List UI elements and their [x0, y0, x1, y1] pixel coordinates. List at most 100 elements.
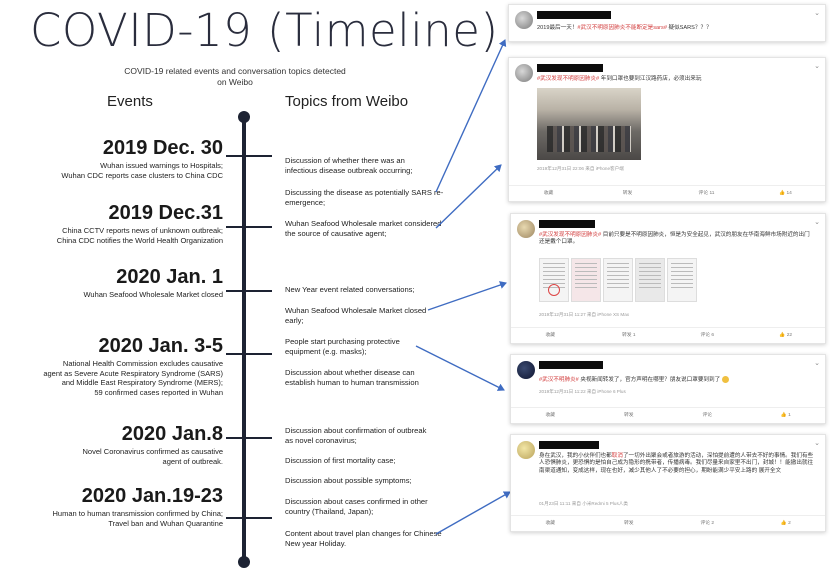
chevron-down-icon[interactable]: ⌄ — [814, 62, 820, 70]
weibo-post: ⌄ 身在武汉，我的小伙伴们也都取消了一切外出聚会或者旅游的活动，深怕提前遭的人带… — [510, 434, 826, 532]
topic-item: Discussion of first mortality case; — [285, 456, 396, 465]
post-images[interactable] — [539, 258, 697, 302]
topic-item: Wuhan Seafood Wholesale market considere… — [285, 219, 442, 238]
topic-item: Discussion about cases confirmed in othe… — [285, 497, 428, 516]
chevron-down-icon[interactable]: ⌄ — [814, 218, 820, 226]
weibo-post: ⌄ #武汉发现不明原因肺炎# 年到口罩也要到江汉路药店，必须出来玩 2019年1… — [508, 57, 826, 202]
event-description: Wuhan Seafood Wholesale Market closed — [83, 290, 223, 299]
redacted-username — [539, 220, 595, 228]
timeline-tick — [226, 290, 272, 292]
avatar — [515, 11, 533, 29]
post-actions: 收藏 转发 评论 👍 1 — [511, 407, 825, 423]
event-description: Novel Coronavirus confirmed as causative… — [82, 447, 223, 466]
repost-button[interactable]: 转发 — [590, 516, 669, 531]
post-meta: 01月23日 11:11 来自 小米Redmi 5 Plus人类 — [539, 501, 628, 506]
document-image[interactable] — [603, 258, 633, 302]
event-date: 2020 Jan. 3-5 — [98, 335, 223, 357]
events-header: Events — [107, 93, 153, 110]
chevron-down-icon[interactable]: ⌄ — [814, 359, 820, 367]
weibo-post: ⌄ #武汉不明肺炎# 央视新闻转发了，官方声明在哪里？朋友说口罩要到到了 201… — [510, 354, 826, 424]
arrow — [435, 491, 511, 535]
post-text: #武汉发现不明原因肺炎# 年到口罩也要到江汉路药店，必须出来玩 — [537, 76, 702, 82]
topic-item: New Year event related conversations; — [285, 285, 415, 294]
thumbs-up-icon: 👍 — [780, 413, 787, 418]
thumbs-up-icon: 👍 — [780, 521, 787, 526]
topic-item: Discussing the disease as potentially SA… — [285, 188, 444, 207]
comment-button[interactable]: 评论 2 — [668, 516, 747, 531]
post-actions: 收藏 转发 评论 11 👍 14 — [509, 185, 825, 201]
topic-item: Discussion about whether disease can est… — [285, 368, 419, 387]
event-item: 2019 Dec.31 China CCTV reports news of u… — [57, 202, 223, 245]
event-description: Human to human transmission confirmed by… — [52, 509, 224, 528]
weibo-post: ⌄ #武汉发现不明原因肺炎# 目前只要是不明原因肺炎，恒是为安全起见，武汉的朋友… — [510, 213, 826, 344]
redacted-username — [539, 361, 603, 369]
emoji-icon — [721, 376, 729, 383]
event-description: National Health Commission excludes caus… — [43, 359, 223, 397]
timeline-tick — [226, 155, 272, 157]
post-text: #武汉发现不明原因肺炎# 目前只要是不明原因肺炎，恒是为安全起见，武汉的朋友在华… — [539, 232, 810, 246]
chevron-down-icon[interactable]: ⌄ — [814, 9, 820, 17]
thumbs-up-icon: 👍 — [779, 333, 786, 338]
like-button[interactable]: 👍 1 — [747, 408, 826, 423]
event-description: Wuhan issued warnings to Hospitals; Wuha… — [61, 161, 223, 180]
timeline-tick — [226, 353, 272, 355]
event-item: 2020 Jan.8 Novel Coronavirus confirmed a… — [83, 423, 223, 466]
timeline-tick — [226, 517, 272, 519]
comment-button[interactable]: 评论 — [668, 408, 747, 423]
timeline-bottom-cap — [238, 556, 250, 568]
favorite-button[interactable]: 收藏 — [511, 328, 590, 343]
event-date: 2019 Dec.31 — [108, 202, 223, 224]
post-actions: 收藏 转发 评论 2 👍 2 — [511, 515, 825, 531]
redacted-username — [537, 64, 603, 72]
like-button[interactable]: 👍 2 — [747, 516, 826, 531]
topic-item: Discussion of whether there was an infec… — [285, 156, 413, 175]
redacted-username — [537, 11, 611, 19]
event-item: 2020 Jan.19-23 Human to human transmissi… — [53, 485, 224, 528]
document-image[interactable] — [571, 258, 601, 302]
weibo-post: ⌄ 2019最后一天！#武汉不明原因肺炎不能断定是sars# 疑似SARS？？？ — [508, 4, 826, 42]
arrow — [435, 164, 502, 229]
arrow — [435, 39, 507, 193]
favorite-button[interactable]: 收藏 — [509, 186, 588, 201]
post-text: #武汉不明肺炎# 央视新闻转发了，官方声明在哪里？朋友说口罩要到到了 — [539, 376, 815, 384]
avatar — [515, 64, 533, 82]
repost-button[interactable]: 转发 1 — [590, 328, 669, 343]
event-date: 2019 Dec. 30 — [102, 137, 223, 159]
topics-header: Topics from Weibo — [285, 93, 409, 110]
event-item: 2019 Dec. 30 Wuhan issued warnings to Ho… — [61, 137, 223, 180]
chevron-down-icon[interactable]: ⌄ — [814, 439, 820, 447]
document-image[interactable] — [667, 258, 697, 302]
post-meta: 2019年12月31日 22:06 来自 iPhone客户端 — [537, 166, 624, 171]
favorite-button[interactable]: 收藏 — [511, 408, 590, 423]
comment-button[interactable]: 评论 11 — [667, 186, 746, 201]
post-photo[interactable] — [537, 88, 641, 160]
repost-button[interactable]: 转发 — [588, 186, 667, 201]
redacted-username — [539, 441, 599, 449]
post-meta: 2019年12月31日 11:22 来自 iPhone 6 Plus — [539, 389, 626, 394]
subtitle: COVID-19 related events and conversation… — [124, 66, 346, 87]
avatar — [517, 220, 535, 238]
document-image[interactable] — [539, 258, 569, 302]
avatar — [517, 361, 535, 379]
timeline-axis — [242, 118, 246, 564]
like-button[interactable]: 👍 22 — [747, 328, 826, 343]
post-text: 2019最后一天！#武汉不明原因肺炎不能断定是sars# 疑似SARS？？？ — [537, 25, 712, 31]
post-meta: 2019年12月31日 11:27 来自 iPhone XS Max — [539, 312, 630, 317]
timeline-tick — [226, 226, 272, 228]
document-image[interactable] — [635, 258, 665, 302]
comment-button[interactable]: 评论 6 — [668, 328, 747, 343]
favorite-button[interactable]: 收藏 — [511, 516, 590, 531]
event-date: 2020 Jan. 1 — [116, 266, 223, 288]
timeline-tick — [226, 437, 272, 439]
event-date: 2020 Jan.8 — [121, 423, 223, 445]
topic-item: Discussion about possible symptoms; — [285, 476, 412, 485]
event-date: 2020 Jan.19-23 — [81, 485, 223, 507]
event-description: China CCTV reports news of unknown outbr… — [56, 226, 223, 245]
avatar — [517, 441, 535, 459]
topic-item: People start purchasing protective equip… — [285, 337, 400, 356]
topic-item: Content about travel plan changes for Ch… — [285, 529, 442, 548]
repost-button[interactable]: 转发 — [590, 408, 669, 423]
event-item: 2020 Jan. 1 Wuhan Seafood Wholesale Mark… — [83, 266, 223, 300]
topic-item: Discussion about confirmation of outbrea… — [285, 426, 427, 445]
like-button[interactable]: 👍 14 — [746, 186, 825, 201]
